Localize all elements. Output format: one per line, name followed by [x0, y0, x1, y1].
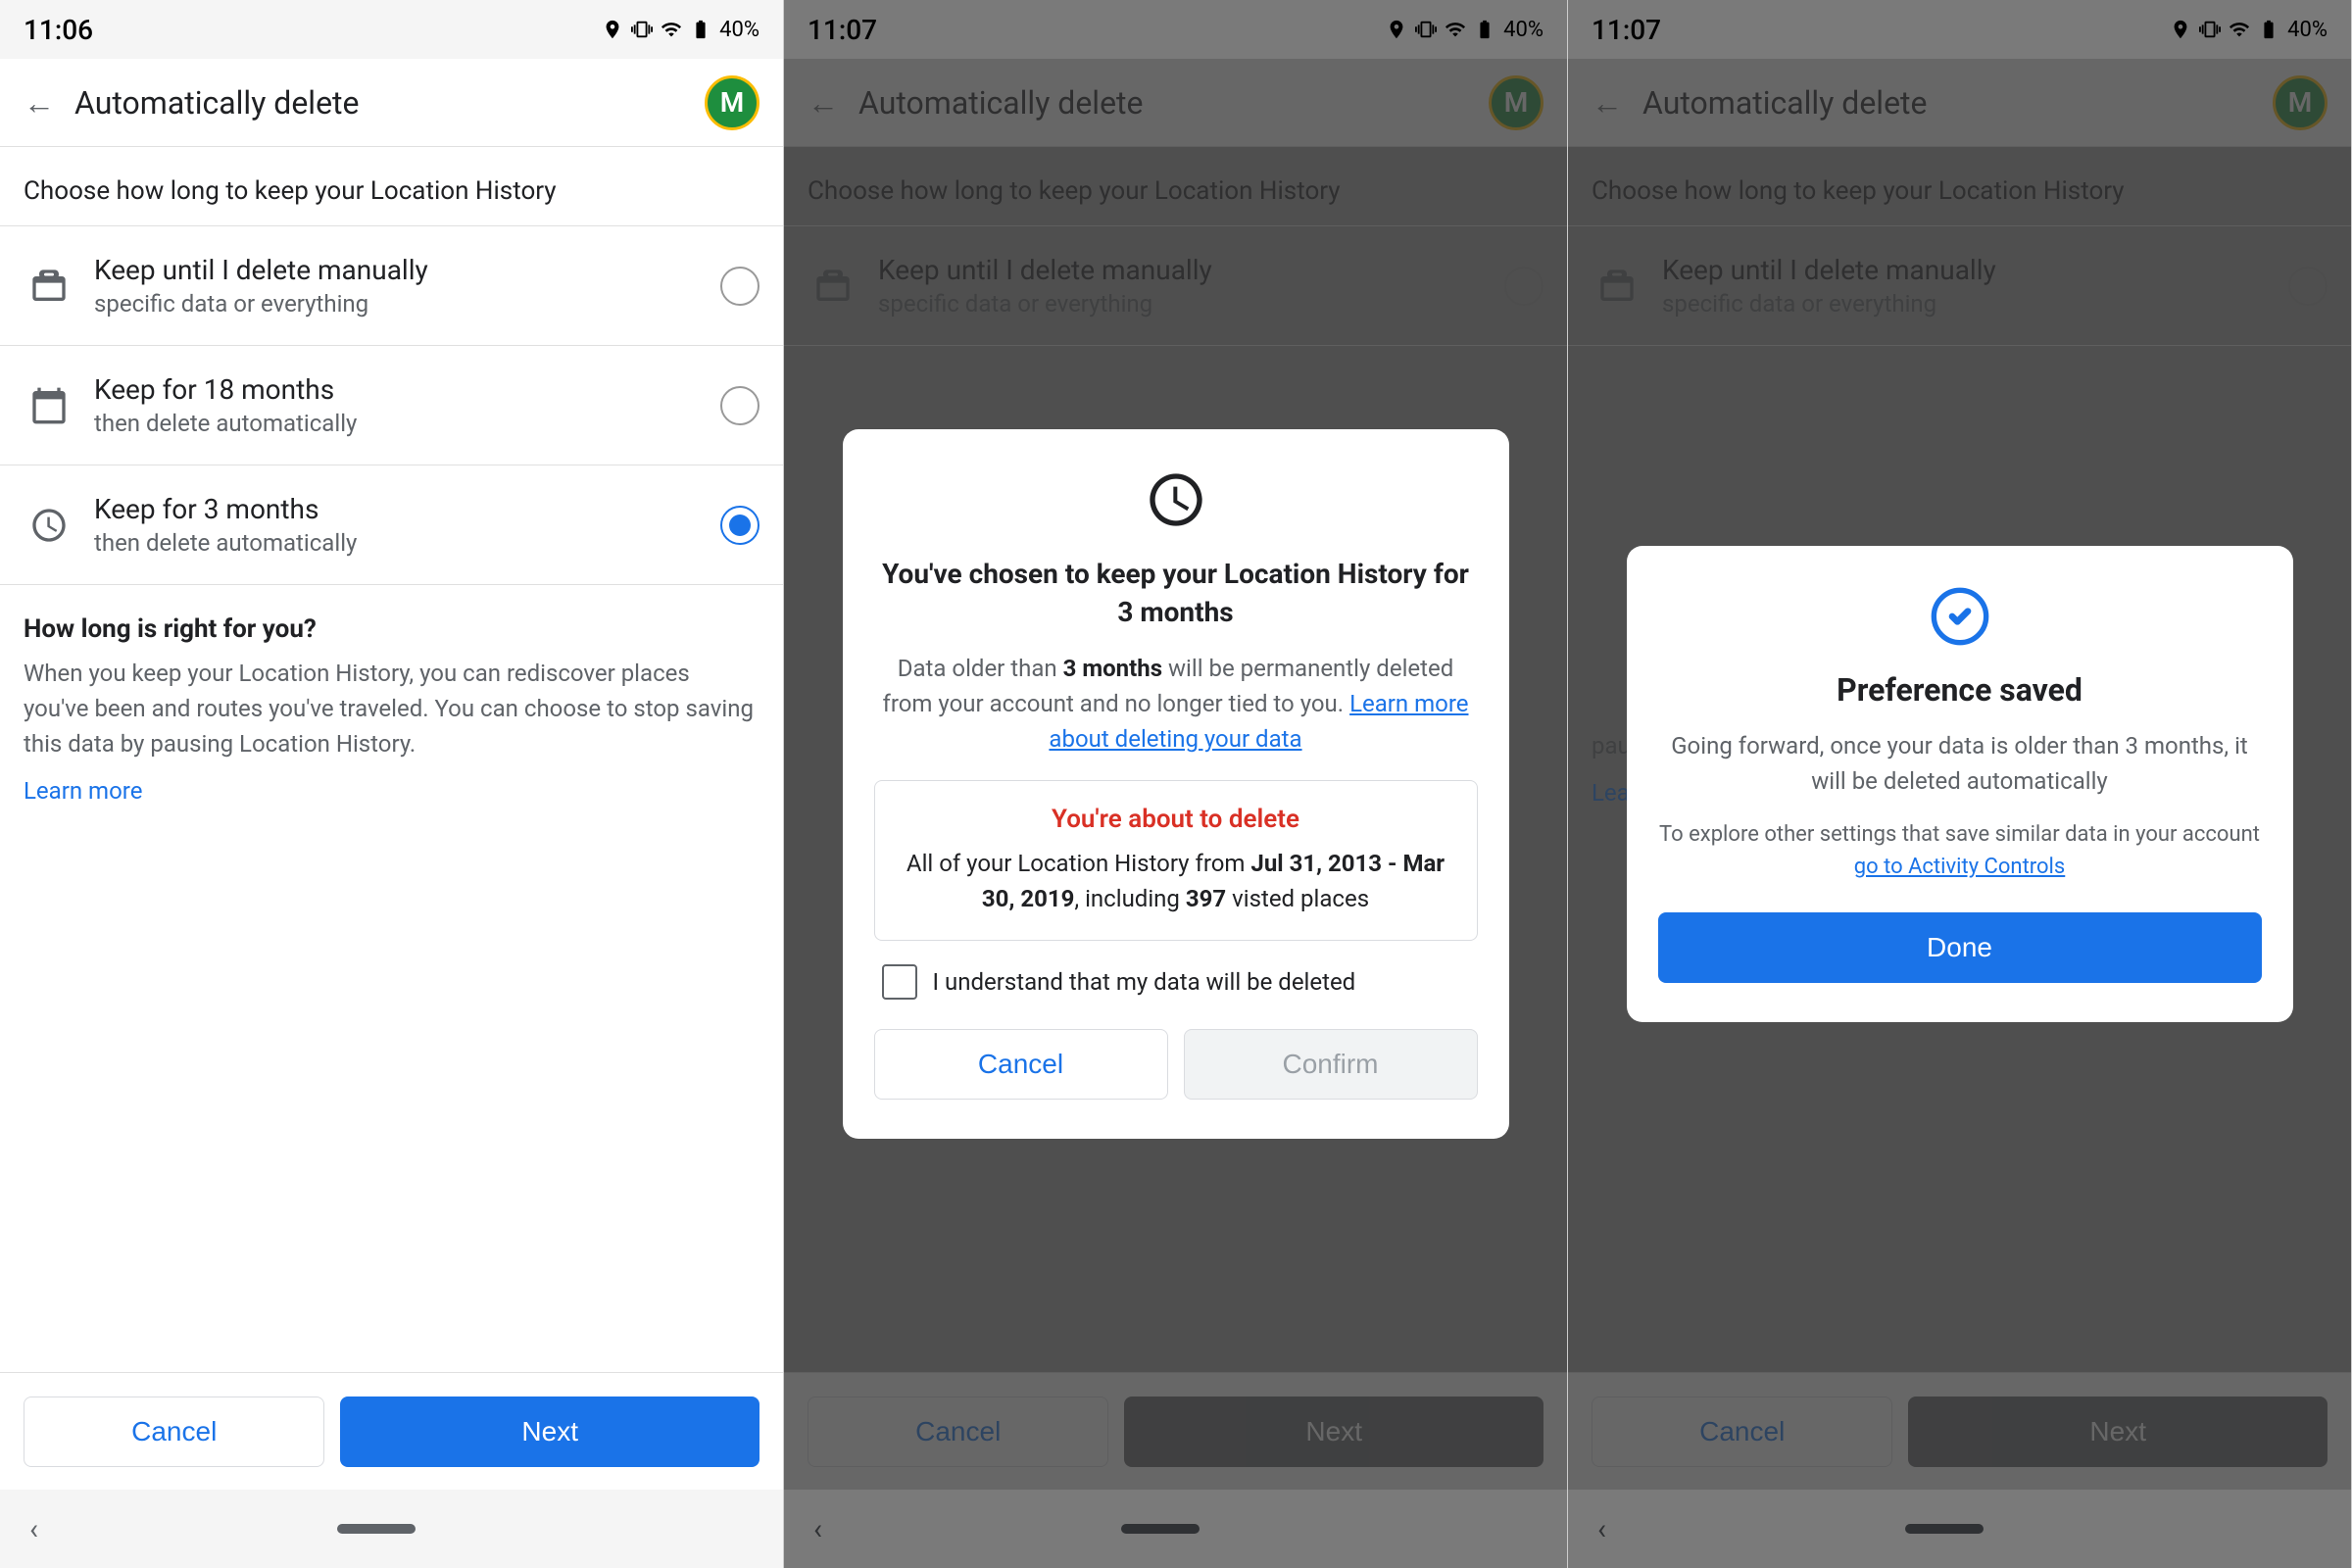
nav-pill-1	[337, 1524, 416, 1534]
info-section-1: How long is right for you? When you keep…	[0, 585, 783, 834]
status-bar-1: 11:06 40%	[0, 0, 783, 59]
battery-icon	[690, 19, 711, 40]
briefcase-icon	[24, 261, 74, 312]
location-icon	[602, 19, 623, 40]
info-title-1: How long is right for you?	[24, 614, 760, 644]
app-header-1: ← Automatically delete M	[0, 59, 783, 147]
dialog-body: Data older than 3 months will be permane…	[874, 651, 1478, 757]
option-3months-1[interactable]: Keep for 3 months then delete automatica…	[0, 466, 783, 585]
dialog-warning-box: You're about to delete All of your Locat…	[874, 780, 1478, 941]
dialog-clock-icon	[874, 468, 1478, 535]
dialog-buttons: Cancel Confirm	[874, 1029, 1478, 1100]
option-text-3months-1: Keep for 3 months then delete automatica…	[94, 493, 720, 557]
dialog-link[interactable]: Learn more about deleting your data	[1049, 690, 1468, 753]
dialog-title: You've chosen to keep your Location Hist…	[874, 555, 1478, 631]
checkbox-label: I understand that my data will be delete…	[933, 968, 1356, 996]
bottom-buttons-1: Cancel Next	[0, 1372, 783, 1490]
info-link-1[interactable]: Learn more	[24, 777, 142, 805]
bottom-nav-1: ‹	[0, 1490, 783, 1568]
pref-dialog-overlay: Preference saved Going forward, once you…	[1568, 0, 2351, 1568]
header-title-1: Automatically delete	[74, 84, 705, 122]
nav-back-1[interactable]: ‹	[29, 1512, 38, 1546]
info-text-1: When you keep your Location History, you…	[24, 656, 760, 761]
clock-icon-1	[24, 500, 74, 551]
status-time-1: 11:06	[24, 14, 93, 46]
option-18months-1[interactable]: Keep for 18 months then delete automatic…	[0, 346, 783, 466]
confirm-dialog: You've chosen to keep your Location Hist…	[843, 429, 1509, 1139]
page-subtitle-1: Choose how long to keep your Location Hi…	[0, 147, 783, 226]
option-subtitle-18months-1: then delete automatically	[94, 410, 720, 437]
radio-manual-1[interactable]	[720, 267, 760, 306]
panel-2: 11:07 40% ← Automatically delete M Choos…	[784, 0, 1568, 1568]
dialog-confirm-button[interactable]: Confirm	[1184, 1029, 1478, 1100]
status-icons-1: 40%	[602, 18, 760, 42]
option-title-manual-1: Keep until I delete manually	[94, 254, 720, 286]
pref-footer-text: To explore other settings that save simi…	[1659, 822, 2260, 847]
dialog-warning-text: All of your Location History from Jul 31…	[899, 846, 1453, 916]
pref-body: Going forward, once your data is older t…	[1658, 728, 2262, 799]
pref-title: Preference saved	[1658, 671, 2262, 709]
wifi-icon	[661, 19, 682, 40]
pref-footer: To explore other settings that save simi…	[1658, 818, 2262, 883]
back-button-1[interactable]: ←	[24, 84, 55, 122]
calendar-icon	[24, 380, 74, 431]
done-button[interactable]: Done	[1658, 912, 2262, 983]
dialog-body-text: Data older than 3 months will be permane…	[883, 655, 1469, 753]
battery-text-1: 40%	[719, 18, 760, 42]
option-title-18months-1: Keep for 18 months	[94, 373, 720, 406]
option-title-3months-1: Keep for 3 months	[94, 493, 720, 525]
radio-inner-3months-1	[729, 514, 751, 536]
panel-1: 11:06 40% ← Automatically delete M Choos…	[0, 0, 784, 1568]
option-subtitle-3months-1: then delete automatically	[94, 529, 720, 557]
panel-3: 11:07 40% ← Automatically delete M Choos…	[1568, 0, 2352, 1568]
preference-saved-dialog: Preference saved Going forward, once you…	[1627, 546, 2293, 1022]
option-manual-1[interactable]: Keep until I delete manually specific da…	[0, 226, 783, 346]
dialog-checkbox-row: I understand that my data will be delete…	[874, 964, 1478, 1000]
pref-check-icon	[1658, 585, 2262, 652]
dialog-warning-title: You're about to delete	[899, 805, 1453, 834]
option-text-manual-1: Keep until I delete manually specific da…	[94, 254, 720, 318]
cancel-button-1[interactable]: Cancel	[24, 1396, 324, 1467]
option-text-18months-1: Keep for 18 months then delete automatic…	[94, 373, 720, 437]
avatar-1[interactable]: M	[705, 75, 760, 130]
vibrate-icon	[631, 19, 653, 40]
dialog-cancel-button[interactable]: Cancel	[874, 1029, 1168, 1100]
next-button-1[interactable]: Next	[340, 1396, 760, 1467]
option-subtitle-manual-1: specific data or everything	[94, 290, 720, 318]
understand-checkbox[interactable]	[882, 964, 917, 1000]
dialog-overlay-2: You've chosen to keep your Location Hist…	[784, 0, 1567, 1568]
page-content-1: Choose how long to keep your Location Hi…	[0, 147, 783, 1372]
activity-controls-link[interactable]: go to Activity Controls	[1854, 855, 2066, 879]
radio-3months-1[interactable]	[720, 506, 760, 545]
radio-18months-1[interactable]	[720, 386, 760, 425]
